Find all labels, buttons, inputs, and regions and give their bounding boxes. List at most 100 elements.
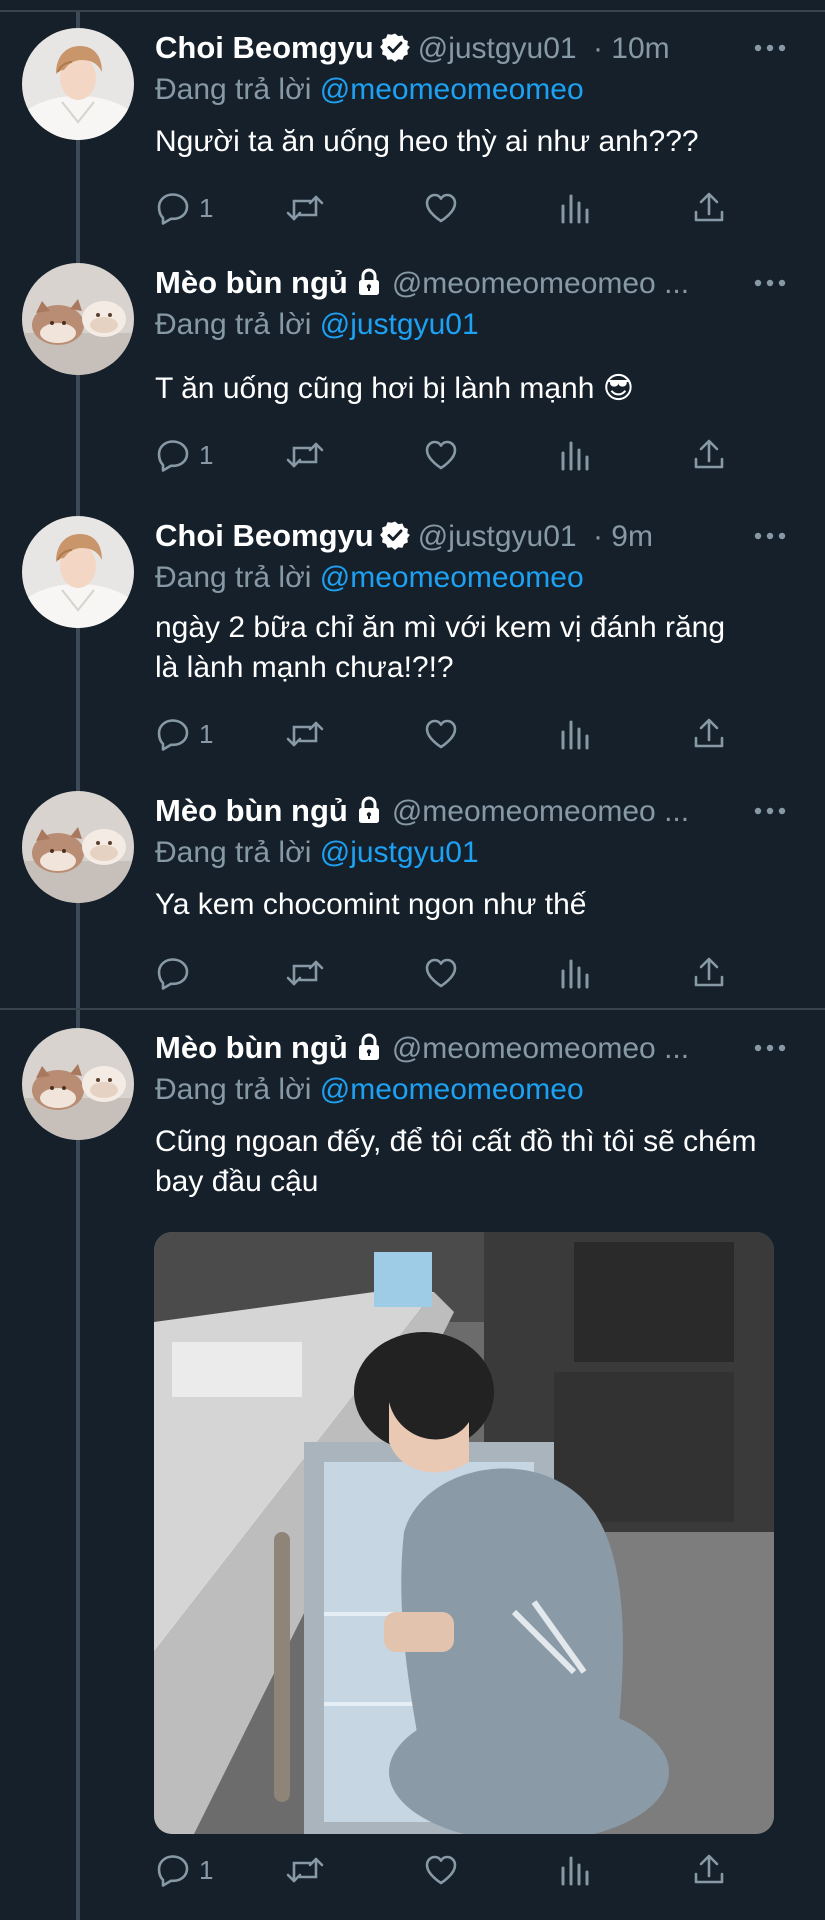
analytics-button[interactable] — [557, 951, 593, 995]
action-bar — [155, 951, 735, 995]
share-button[interactable] — [691, 433, 727, 477]
tweet-header: Mèo bùn ngủ @meomeomeomeo ... — [155, 791, 795, 831]
like-button[interactable] — [423, 951, 459, 995]
like-button[interactable] — [423, 433, 459, 477]
user-handle[interactable]: @meomeomeomeo ... — [392, 1032, 689, 1065]
replying-to: Đang trả lời @meomeomeomeo — [155, 70, 795, 110]
more-dots-icon[interactable] — [750, 263, 790, 303]
reply-icon — [155, 955, 191, 991]
more-dots-icon[interactable] — [750, 516, 790, 556]
share-button[interactable] — [691, 186, 727, 230]
reply-count: 1 — [199, 192, 214, 223]
reply-button[interactable]: 1 — [155, 433, 213, 477]
top-divider — [0, 10, 825, 12]
verified-badge-icon — [380, 520, 410, 550]
user-handle[interactable]: @meomeomeomeo ... — [392, 795, 689, 828]
analytics-icon — [557, 437, 593, 473]
verified-badge-icon — [380, 32, 410, 62]
display-name[interactable]: Choi Beomgyu — [155, 30, 374, 65]
retweet-icon — [285, 1852, 325, 1888]
avatar-image — [22, 791, 134, 903]
avatar[interactable] — [22, 516, 134, 628]
reply-count: 1 — [199, 439, 214, 470]
tweet[interactable]: Choi Beomgyu @justgyu01 · 9m Đang trả lời… — [0, 516, 825, 756]
like-button[interactable] — [423, 1848, 459, 1892]
analytics-button[interactable] — [557, 433, 593, 477]
reply-prefix: Đang trả lời — [155, 1073, 312, 1106]
user-handle[interactable]: @meomeomeomeo ... — [392, 267, 689, 300]
avatar[interactable] — [22, 263, 134, 375]
retweet-icon — [285, 437, 325, 473]
avatar-image — [22, 1028, 134, 1140]
share-button[interactable] — [691, 1848, 727, 1892]
analytics-button[interactable] — [557, 186, 593, 230]
replying-to: Đang trả lời @justgyu01 — [155, 833, 795, 873]
tweet-header: Mèo bùn ngủ @meomeomeomeo ... — [155, 1028, 795, 1068]
display-name[interactable]: Mèo bùn ngủ — [155, 265, 348, 300]
display-name[interactable]: Mèo bùn ngủ — [155, 1030, 348, 1065]
avatar-image — [22, 263, 134, 375]
more-dots-icon[interactable] — [750, 1028, 790, 1068]
heart-icon — [423, 1852, 459, 1888]
tweet[interactable]: Mèo bùn ngủ @meomeomeomeo ... Đang trả lờ… — [0, 1028, 825, 1208]
reply-button[interactable]: 1 — [155, 712, 213, 756]
heart-icon — [423, 955, 459, 991]
share-button[interactable] — [691, 712, 727, 756]
analytics-icon — [557, 1852, 593, 1888]
retweet-button[interactable] — [285, 433, 325, 477]
tweet-media-photo[interactable] — [154, 1232, 774, 1834]
user-handle[interactable]: @justgyu01 — [418, 32, 577, 65]
mention-link[interactable]: @justgyu01 — [320, 308, 479, 341]
more-dots-icon[interactable] — [750, 28, 790, 68]
analytics-button[interactable] — [557, 712, 593, 756]
tweet[interactable]: Mèo bùn ngủ @meomeomeomeo ... Đang trả lờ… — [0, 791, 825, 991]
reply-prefix: Đang trả lời — [155, 561, 312, 594]
avatar[interactable] — [22, 1028, 134, 1140]
action-bar: 1 — [155, 433, 735, 477]
share-icon — [691, 955, 727, 991]
reply-prefix: Đang trả lời — [155, 836, 312, 869]
retweet-icon — [285, 955, 325, 991]
avatar[interactable] — [22, 791, 134, 903]
action-bar: 1 — [155, 1848, 735, 1892]
tweet-time: · 9m — [592, 520, 653, 553]
tweet-header: Choi Beomgyu @justgyu01 · 10m — [155, 28, 795, 68]
retweet-button[interactable] — [285, 186, 325, 230]
share-button[interactable] — [691, 951, 727, 995]
mention-link[interactable]: @meomeomeomeo — [320, 1073, 584, 1106]
reply-button[interactable]: 1 — [155, 186, 213, 230]
reply-button[interactable] — [155, 951, 199, 995]
heart-icon — [423, 716, 459, 752]
mention-link[interactable]: @meomeomeomeo — [320, 73, 584, 106]
share-icon — [691, 716, 727, 752]
mention-link[interactable]: @meomeomeomeo — [320, 561, 584, 594]
tweet[interactable]: Choi Beomgyu @justgyu01 · 10m Đang trả lờ… — [0, 28, 825, 228]
reply-count: 1 — [199, 1854, 214, 1885]
reply-icon — [155, 716, 191, 752]
share-icon — [691, 190, 727, 226]
display-name[interactable]: Mèo bùn ngủ — [155, 793, 348, 828]
mention-link[interactable]: @justgyu01 — [320, 836, 479, 869]
tweet-header: Choi Beomgyu @justgyu01 · 9m — [155, 516, 795, 556]
heart-icon — [423, 437, 459, 473]
reply-button[interactable]: 1 — [155, 1848, 213, 1892]
heart-icon — [423, 190, 459, 226]
display-name[interactable]: Choi Beomgyu — [155, 518, 374, 553]
retweet-button[interactable] — [285, 1848, 325, 1892]
retweet-button[interactable] — [285, 712, 325, 756]
tweet[interactable]: Mèo bùn ngủ @meomeomeomeo ... Đang trả lờ… — [0, 263, 825, 473]
avatar-image — [22, 28, 134, 140]
analytics-button[interactable] — [557, 1848, 593, 1892]
tweet-text: T ăn uống cũng hơi bị lành mạnh 😎 — [155, 372, 635, 405]
photo-image — [154, 1232, 774, 1834]
more-dots-icon[interactable] — [750, 791, 790, 831]
analytics-icon — [557, 716, 593, 752]
avatar-image — [22, 516, 134, 628]
like-button[interactable] — [423, 186, 459, 230]
avatar[interactable] — [22, 28, 134, 140]
user-handle[interactable]: @justgyu01 — [418, 520, 577, 553]
retweet-icon — [285, 716, 325, 752]
retweet-button[interactable] — [285, 951, 325, 995]
replying-to: Đang trả lời @justgyu01 — [155, 305, 795, 345]
like-button[interactable] — [423, 712, 459, 756]
